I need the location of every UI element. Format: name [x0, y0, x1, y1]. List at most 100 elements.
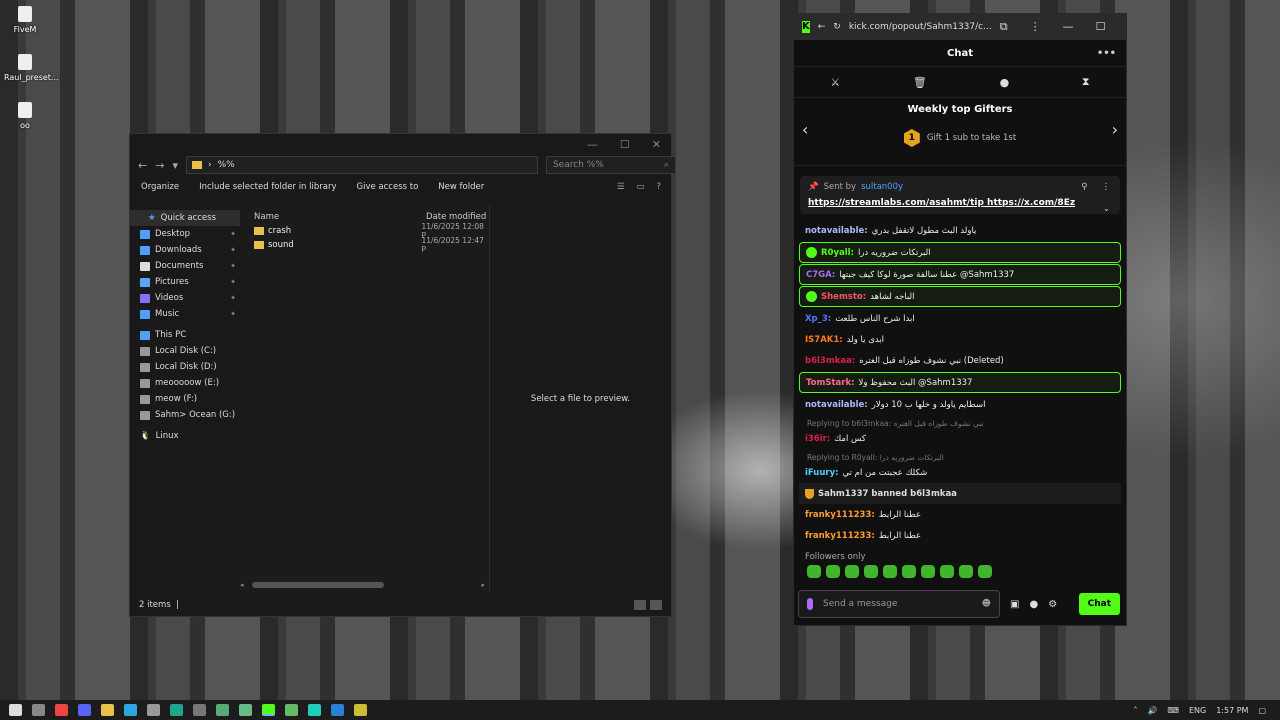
chevron-right-icon[interactable]: ›	[1112, 120, 1118, 139]
chat-username[interactable]: Xp_3:	[805, 314, 831, 324]
maximize-icon[interactable]: ☐	[1096, 20, 1106, 34]
app-icon[interactable]	[285, 704, 298, 716]
emote-icon[interactable]	[959, 565, 973, 578]
chat-message[interactable]: TomStark: البث محفوظ ولا @Sahm1337	[799, 372, 1121, 393]
menu-icon[interactable]: ⋮	[1030, 20, 1041, 34]
emoji-icon[interactable]: ☻	[982, 599, 991, 609]
notification-icon[interactable]: ▢	[1258, 706, 1266, 715]
nav-desktop[interactable]: Desktop ✦	[140, 226, 240, 242]
minimize-icon[interactable]: —	[1063, 20, 1074, 34]
nav-drive-g[interactable]: Sahm> Ocean (G:)	[140, 407, 240, 423]
include-library-button[interactable]: Include selected folder in library	[199, 182, 336, 192]
chat-username[interactable]: iFuury:	[805, 468, 839, 478]
chat-message[interactable]: IS7AK1: ابدى يا ولد	[799, 329, 1121, 350]
chat-message[interactable]: iFuury: شكلك عجبتت من ام تي	[799, 462, 1121, 483]
chat-message[interactable]: C7GA: عطنا سالفة صورة لوكا كيف جبتها @Sah…	[799, 264, 1121, 285]
desktop-icon-oo[interactable]: oo	[4, 102, 46, 130]
minimize-icon[interactable]: —	[587, 138, 598, 151]
nav-quick-access[interactable]: ★ Quick access	[130, 210, 240, 226]
search-icon[interactable]	[32, 704, 45, 716]
chat-message[interactable]: b6l3mkaa: نبي نشوف طوزاه قبل الغتره (Dele…	[799, 350, 1121, 371]
back-icon[interactable]: ←	[138, 159, 147, 172]
discord-icon[interactable]	[78, 704, 91, 716]
chat-username[interactable]: TomStark:	[806, 378, 855, 388]
kick-icon[interactable]	[262, 704, 275, 716]
settings-icon[interactable]: ⚙	[1048, 599, 1057, 610]
nav-this-pc[interactable]: This PC	[140, 327, 240, 343]
file-explorer-icon[interactable]	[101, 704, 114, 716]
chat-message[interactable]: R0yall: البرتكات ضروريه درا	[799, 242, 1121, 263]
nav-drive-c[interactable]: Local Disk (C:)	[140, 343, 240, 359]
app-icon[interactable]	[308, 704, 321, 716]
desktop-icon-fivem[interactable]: FiveM	[4, 6, 46, 34]
menu-icon[interactable]: ⋮	[1102, 182, 1111, 192]
chat-username[interactable]: C7GA:	[806, 270, 835, 280]
nav-drive-d[interactable]: Local Disk (D:)	[140, 359, 240, 375]
chat-message[interactable]: i36ir: كس امك	[799, 428, 1121, 449]
search-input[interactable]: Search %% ⌕	[545, 156, 676, 174]
column-date[interactable]: Date modified	[426, 212, 486, 222]
message-input[interactable]: Send a message ☻	[798, 590, 1000, 618]
emote-icon[interactable]	[826, 565, 840, 578]
emote-icon[interactable]	[807, 565, 821, 578]
maximize-icon[interactable]: ☐	[620, 138, 630, 151]
nav-downloads[interactable]: Downloads ✦	[140, 242, 240, 258]
nav-linux[interactable]: 🐧 Linux	[140, 428, 240, 444]
chat-bubble-icon[interactable]: ●	[1000, 76, 1010, 89]
column-name[interactable]: Name	[254, 212, 426, 222]
emote-icon[interactable]	[883, 565, 897, 578]
emote-icon[interactable]	[845, 565, 859, 578]
give-access-button[interactable]: Give access to	[357, 182, 419, 192]
trash-icon[interactable]: 🗑	[913, 76, 927, 89]
chat-username[interactable]: franky111233:	[805, 510, 875, 520]
chevron-up-icon[interactable]: ˄	[1133, 706, 1137, 715]
nav-pictures[interactable]: Pictures ✦	[140, 274, 240, 290]
details-view-icon[interactable]	[634, 600, 646, 610]
chevron-left-icon[interactable]: ‹	[802, 120, 808, 139]
app-icon[interactable]	[354, 704, 367, 716]
language-indicator[interactable]: ENG	[1189, 706, 1206, 715]
new-folder-button[interactable]: New folder	[438, 182, 484, 192]
desktop-icon-raul[interactable]: Raul_preset...	[4, 54, 59, 82]
back-icon[interactable]: ←	[818, 22, 826, 32]
sword-icon[interactable]: ⚔	[830, 76, 840, 89]
up-icon[interactable]: ▾	[172, 159, 178, 172]
chat-username[interactable]: R0yall:	[821, 248, 854, 258]
app-icon[interactable]	[147, 704, 160, 716]
pin-icon[interactable]: ⚲	[1081, 182, 1087, 192]
chat-username[interactable]: Shemsto:	[821, 292, 866, 302]
chat-message[interactable]: notavailable: ياولد البث مطول لاتقفل بدري	[799, 220, 1121, 241]
app-icon[interactable]	[239, 704, 252, 716]
nav-drive-f[interactable]: meow (F:)	[140, 391, 240, 407]
chat-username[interactable]: i36ir:	[805, 434, 830, 444]
chat-message[interactable]: franky111233: عطنا الرابط	[799, 504, 1121, 525]
chat-username[interactable]: notavailable:	[805, 226, 868, 236]
nav-videos[interactable]: Videos ✦	[140, 290, 240, 306]
nav-documents[interactable]: Documents ✦	[140, 258, 240, 274]
app-icon[interactable]	[216, 704, 229, 716]
pinned-links[interactable]: https://streamlabs.com/asahmt/tip https:…	[808, 198, 1112, 208]
chat-username[interactable]: b6l3mkaa:	[805, 356, 855, 366]
emote-icon[interactable]	[864, 565, 878, 578]
emote-icon[interactable]	[902, 565, 916, 578]
telegram-icon[interactable]	[124, 704, 137, 716]
reply-context[interactable]: Replying to b6l3mkaa: نبي نشوف طوزاه قبل…	[799, 415, 1121, 428]
nav-music[interactable]: Music ✦	[140, 306, 240, 322]
emote-icon[interactable]	[921, 565, 935, 578]
send-chat-button[interactable]: Chat	[1078, 593, 1120, 615]
organize-button[interactable]: Organize	[141, 182, 179, 192]
forward-icon[interactable]: →	[155, 159, 164, 172]
emote-icon[interactable]	[978, 565, 992, 578]
horizontal-scrollbar[interactable]: ◂ ▸	[240, 580, 489, 590]
hourglass-icon[interactable]: ⧗	[1082, 75, 1090, 89]
reply-context[interactable]: Replying to R0yall: البرتكات ضروريه درا	[799, 449, 1121, 462]
volume-icon[interactable]: 🔊	[1147, 706, 1157, 715]
file-row[interactable]: sound 11/6/2025 12:47 P	[254, 236, 489, 254]
view-icon[interactable]: ☰	[617, 182, 625, 192]
edge-icon[interactable]	[170, 704, 183, 716]
help-icon[interactable]: ?	[656, 182, 661, 192]
extension-icon[interactable]: ⧉	[1000, 20, 1008, 34]
more-icon[interactable]: •••	[1097, 48, 1116, 59]
close-icon[interactable]: ✕	[652, 138, 661, 151]
store-icon[interactable]: ▣	[1010, 599, 1019, 610]
